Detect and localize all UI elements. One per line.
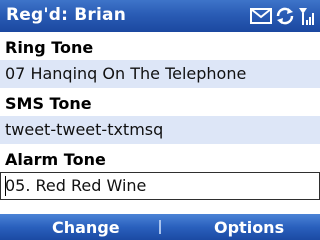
sms-tone-label: SMS Tone — [5, 94, 92, 113]
alarm-tone-label: Alarm Tone — [5, 150, 106, 169]
status-icons — [250, 6, 316, 26]
options-softkey[interactable]: Options — [214, 218, 284, 237]
change-softkey[interactable]: Change — [52, 218, 120, 237]
alarm-tone-field[interactable]: 05. Red Red Wine — [0, 172, 320, 200]
window-title: Reg'd: Brian — [6, 5, 127, 25]
soft-key-bar: Change Options — [0, 214, 320, 240]
ring-tone-label: Ring Tone — [5, 38, 94, 57]
envelope-icon — [250, 8, 272, 24]
sms-tone-value: tweet-tweet-txtmsq — [5, 120, 164, 139]
softkey-divider — [159, 220, 161, 234]
sync-icon — [275, 7, 295, 25]
title-bar: Reg'd: Brian — [0, 0, 320, 32]
alarm-tone-value: 05. Red Red Wine — [5, 176, 147, 195]
signal-strength-icon — [298, 6, 316, 26]
ring-tone-field[interactable]: 07 Hanqinq On The Telephone — [0, 60, 320, 88]
sms-tone-field[interactable]: tweet-tweet-txtmsq — [0, 116, 320, 144]
ring-tone-value: 07 Hanqinq On The Telephone — [5, 64, 247, 83]
